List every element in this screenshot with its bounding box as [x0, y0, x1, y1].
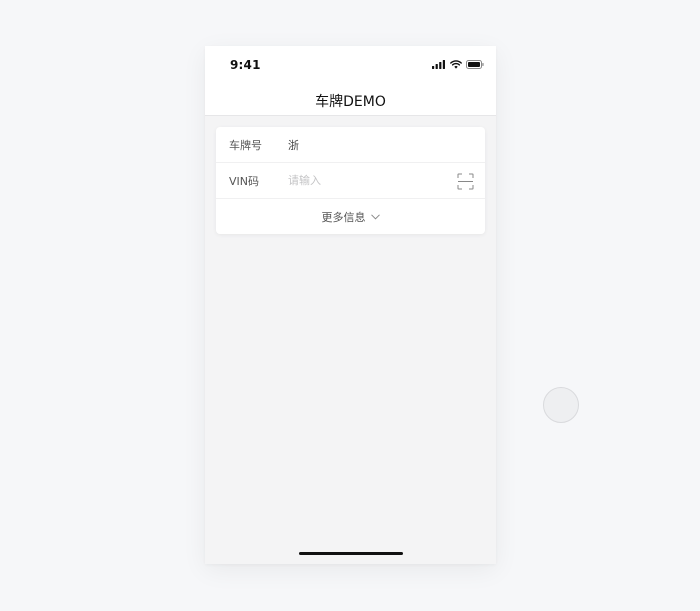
phone-screen: 9:41 车牌DEMO 车牌号 浙 VIN码 请输入 更多信息: [205, 46, 496, 564]
page-title: 车牌DEMO: [315, 93, 386, 110]
plate-form-card: 车牌号 浙 VIN码 更多信息: [216, 127, 485, 234]
floating-action-button[interactable]: [543, 387, 579, 423]
vin-label: VIN码: [229, 174, 259, 188]
more-info-label: 更多信息: [321, 210, 366, 224]
home-indicator: [299, 552, 403, 555]
wifi-icon: [450, 59, 462, 69]
more-info-toggle[interactable]: 更多信息: [322, 209, 380, 225]
status-icons: [432, 59, 484, 69]
vin-row: VIN码: [216, 163, 485, 199]
navigation-bar: 车牌DEMO: [205, 86, 496, 116]
battery-icon: [466, 59, 484, 69]
plate-number-label: 车牌号: [229, 138, 262, 152]
plate-province-value[interactable]: 浙: [288, 137, 299, 153]
cellular-signal-icon: [432, 59, 445, 69]
status-bar: 9:41: [205, 46, 496, 86]
more-info-row: 更多信息: [216, 199, 485, 234]
status-time: 9:41: [230, 58, 261, 72]
scan-icon[interactable]: [457, 173, 474, 190]
chevron-down-icon: [370, 213, 380, 220]
plate-number-row[interactable]: 车牌号 浙: [216, 127, 485, 163]
vin-input[interactable]: [286, 169, 436, 192]
